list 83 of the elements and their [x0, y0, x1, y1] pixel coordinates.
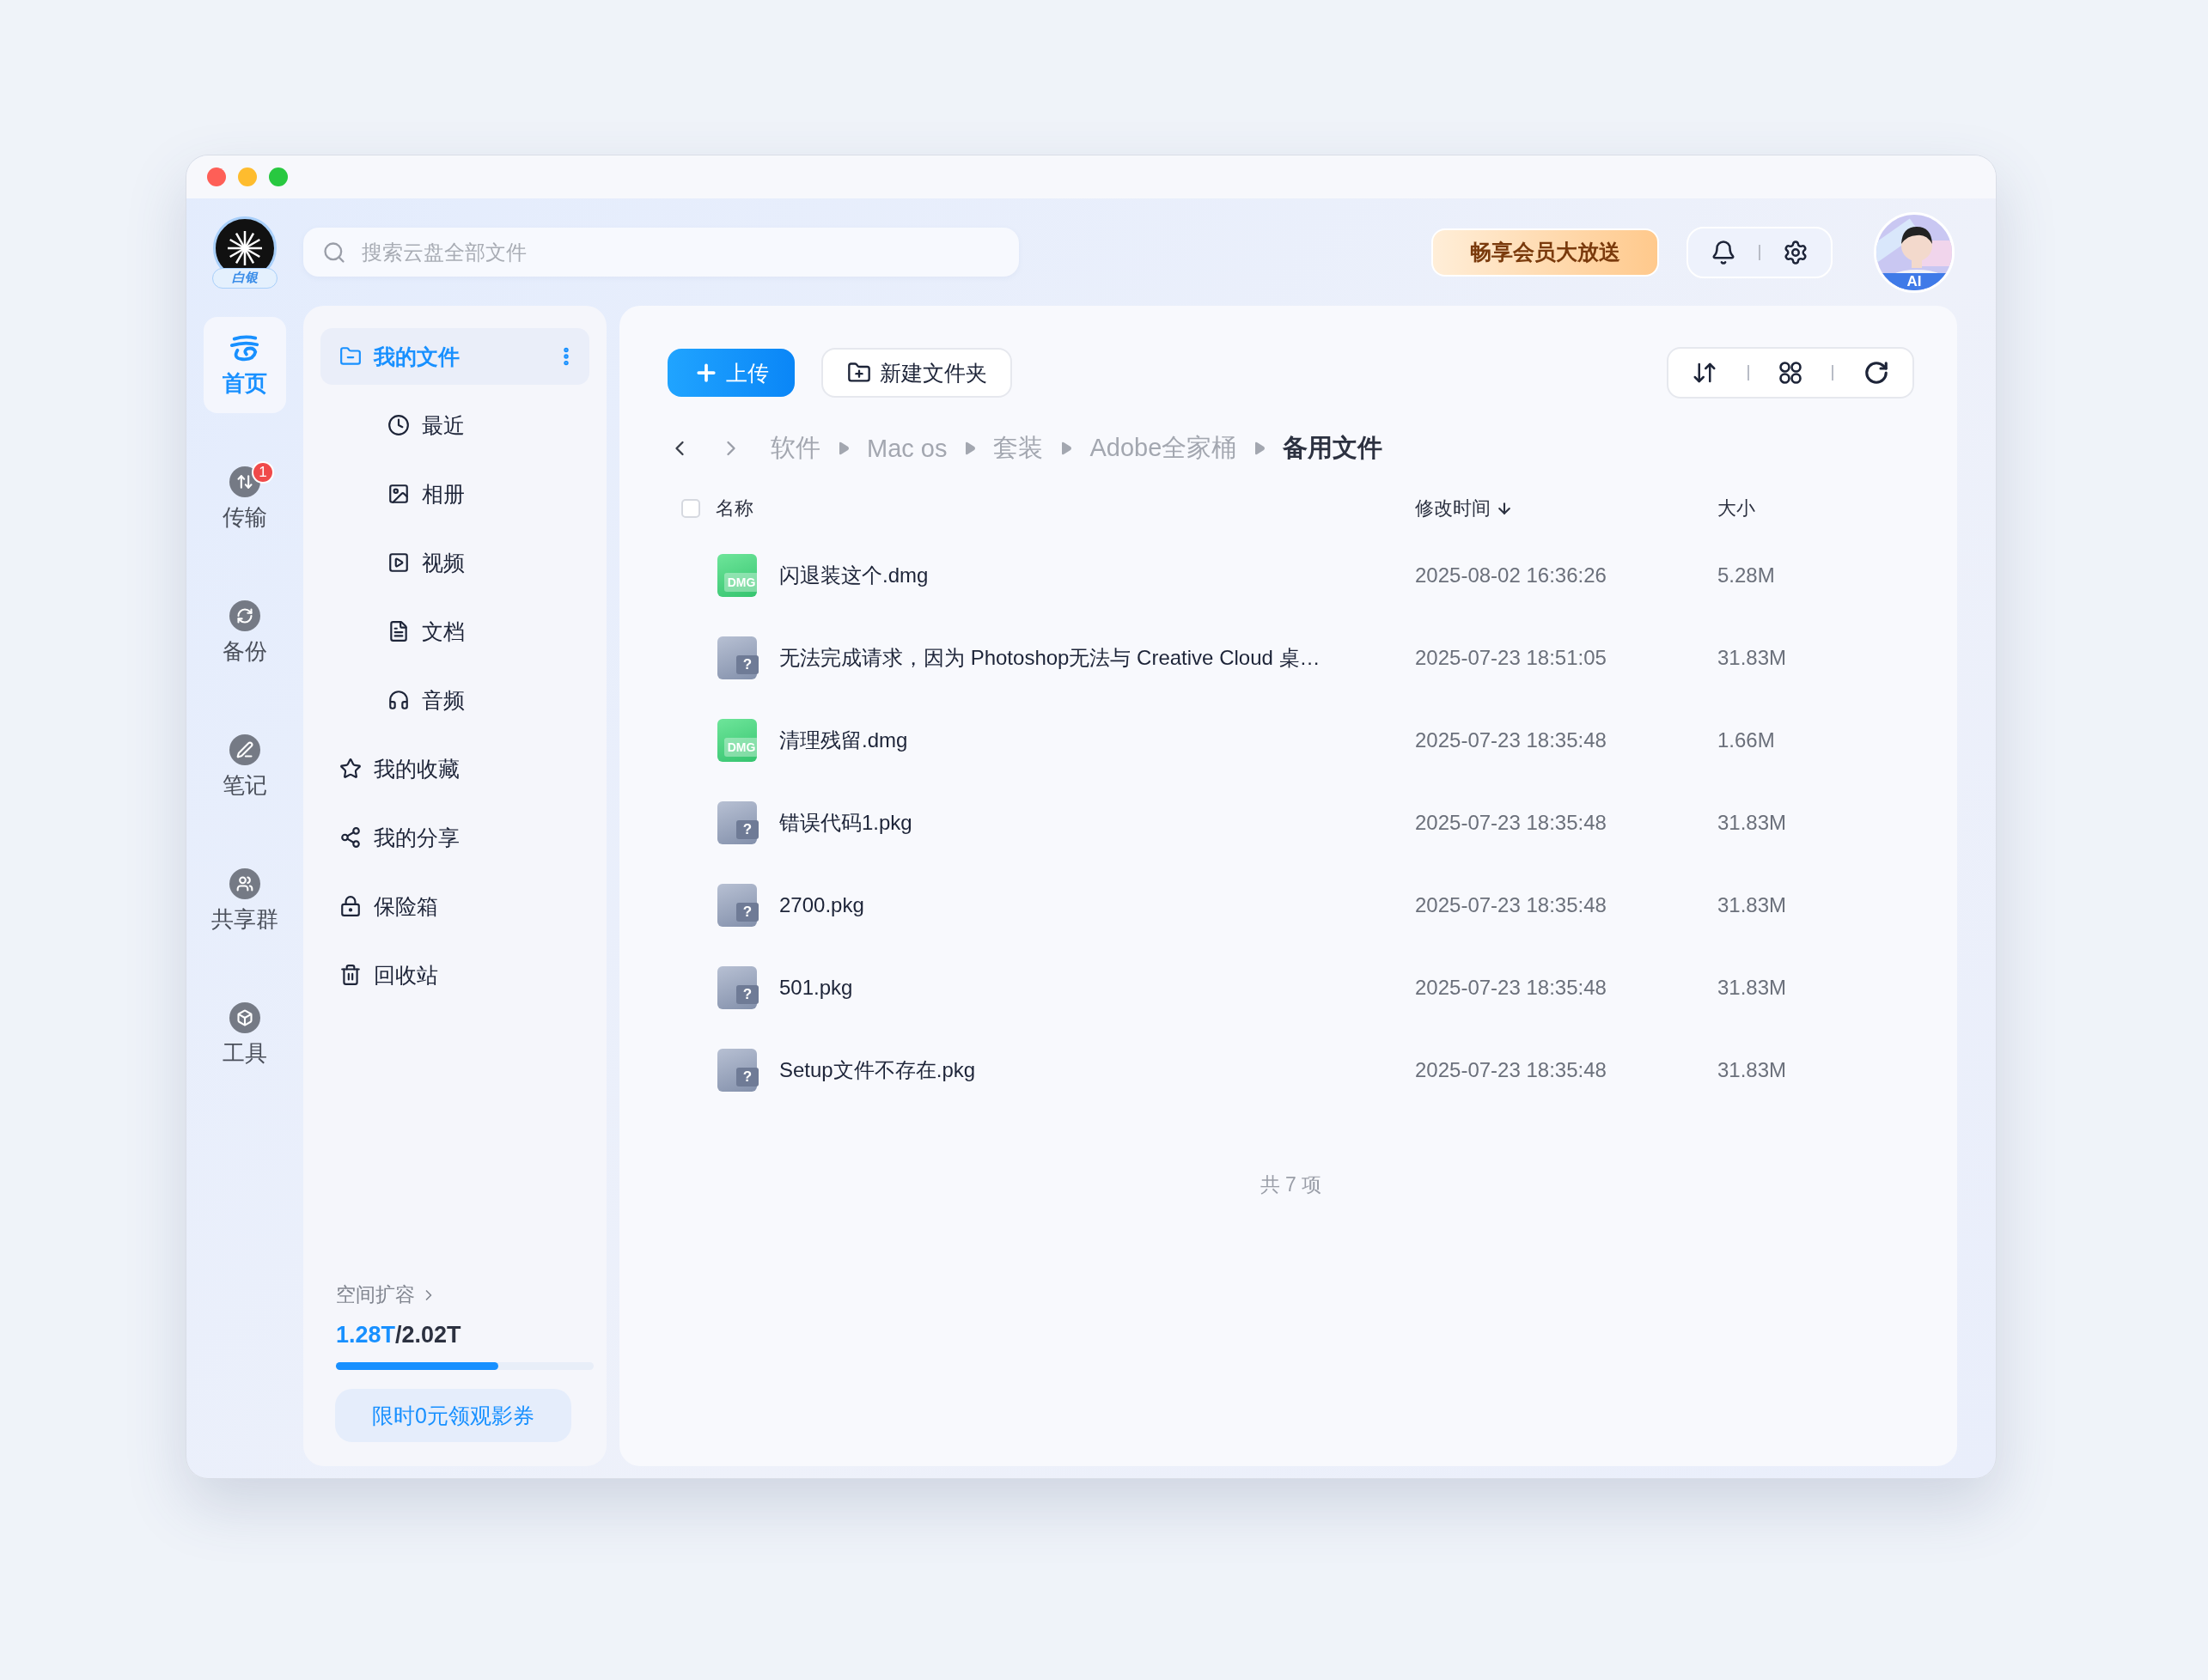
logo-icon	[226, 228, 264, 267]
nav-icon	[387, 551, 410, 574]
breadcrumb-separator-icon	[1253, 441, 1266, 455]
file-size: 31.83M	[1717, 976, 1788, 1000]
storage-usage: 1.28T/2.02T	[336, 1322, 462, 1348]
modified-time: 2025-07-23 18:35:48	[1415, 728, 1607, 752]
member-badge: 白银	[212, 267, 278, 289]
search-field[interactable]: 搜索云盘全部文件	[303, 228, 1019, 277]
bell-icon[interactable]	[1711, 239, 1736, 265]
count-badge: 1	[252, 461, 274, 484]
rail-item[interactable]: 工具	[204, 987, 286, 1083]
column-header[interactable]: 修改时间	[1415, 496, 1717, 521]
rail-icon	[236, 874, 253, 892]
nav-icon	[339, 345, 362, 368]
settings-icon[interactable]	[1783, 239, 1808, 265]
modified-time: 2025-07-23 18:35:48	[1415, 976, 1607, 1000]
nav-icon	[387, 620, 410, 642]
modified-time: 2025-07-23 18:35:48	[1415, 811, 1607, 835]
unknown-file-icon: ?	[717, 884, 757, 927]
close-button[interactable]	[207, 167, 226, 186]
grid-icon[interactable]	[1778, 361, 1802, 385]
modified-time: 2025-07-23 18:35:48	[1415, 1058, 1607, 1082]
rail-icon	[236, 472, 253, 490]
rail-icon	[236, 606, 253, 624]
breadcrumb-separator-icon	[838, 441, 850, 455]
file-name[interactable]: 501.pkg	[779, 976, 1415, 1000]
nav-item[interactable]: 回收站	[320, 947, 589, 1003]
refresh-icon[interactable]	[1863, 360, 1889, 386]
folder-plus-icon	[846, 361, 871, 385]
breadcrumb-link[interactable]: 备用文件	[1283, 431, 1383, 466]
file-name[interactable]: 无法完成请求，因为 Photoshop无法与 Creative Cloud 桌…	[779, 644, 1415, 672]
file-name[interactable]: 清理残留.dmg	[779, 727, 1415, 754]
nav-item[interactable]: 我的收藏	[320, 740, 589, 797]
nav-icon	[387, 483, 410, 505]
file-name[interactable]: Setup文件不存在.pkg	[779, 1056, 1415, 1084]
rail-icon	[236, 1008, 253, 1026]
nav-item[interactable]: 视频	[320, 534, 589, 591]
avatar[interactable]: AI	[1874, 211, 1955, 293]
nav-icon	[339, 895, 362, 917]
unknown-file-icon: ?	[717, 801, 757, 844]
file-name[interactable]: 错误代码1.pkg	[779, 809, 1415, 837]
modified-time: 2025-07-23 18:51:05	[1415, 646, 1607, 670]
rail-item[interactable]: 传输 1	[204, 451, 286, 547]
nav-item[interactable]: 文档	[320, 603, 589, 660]
file-size: 31.83M	[1717, 811, 1788, 835]
file-name[interactable]: 2700.pkg	[779, 893, 1415, 917]
column-header[interactable]: 大小	[1717, 496, 1914, 521]
search-input[interactable]: 搜索云盘全部文件	[360, 239, 961, 265]
modified-time: 2025-07-23 18:35:48	[1415, 893, 1607, 917]
file-size: 31.83M	[1717, 646, 1788, 670]
disk-image-icon: DMG	[717, 719, 757, 762]
rail-item[interactable]: 笔记	[204, 719, 286, 815]
search-icon	[322, 240, 346, 265]
file-size: 31.83M	[1717, 893, 1788, 917]
promo-button[interactable]: 畅享会员大放送	[1431, 228, 1659, 277]
file-size: 5.28M	[1717, 563, 1776, 587]
file-size: 1.66M	[1717, 728, 1776, 752]
nav-icon	[339, 826, 362, 849]
rail-item[interactable]: 共享群	[204, 853, 286, 949]
column-header[interactable]: 名称	[716, 496, 1415, 521]
modified-time: 2025-08-02 16:36:26	[1415, 563, 1607, 587]
nav-item[interactable]: 保险箱	[320, 878, 589, 934]
nav-item[interactable]: 相册	[320, 466, 589, 522]
breadcrumb-separator-icon	[964, 441, 977, 455]
nav-icon	[387, 689, 410, 711]
new-folder-button[interactable]: 新建文件夹	[821, 348, 1012, 398]
file-size: 31.83M	[1717, 1058, 1788, 1082]
rail-icon	[236, 740, 253, 758]
unknown-file-icon: ?	[717, 1049, 757, 1092]
nav-item[interactable]: 音频	[320, 672, 589, 728]
nav-item[interactable]: 我的分享	[320, 809, 589, 866]
breadcrumb-separator-icon	[1060, 441, 1073, 455]
disk-image-icon: DMG	[717, 554, 757, 597]
item-count: 共 7 项	[1260, 1173, 1322, 1196]
select-all-checkbox[interactable]	[681, 499, 700, 518]
unknown-file-icon: ?	[717, 966, 757, 1009]
unknown-file-icon: ?	[717, 636, 757, 679]
nav-icon	[339, 758, 362, 780]
rail-item[interactable]: 备份	[204, 585, 286, 681]
nav-icon	[339, 964, 362, 986]
nav-item[interactable]: 最近	[320, 397, 589, 453]
nav-icon	[387, 414, 410, 436]
file-name[interactable]: 闪退装这个.dmg	[779, 562, 1415, 589]
